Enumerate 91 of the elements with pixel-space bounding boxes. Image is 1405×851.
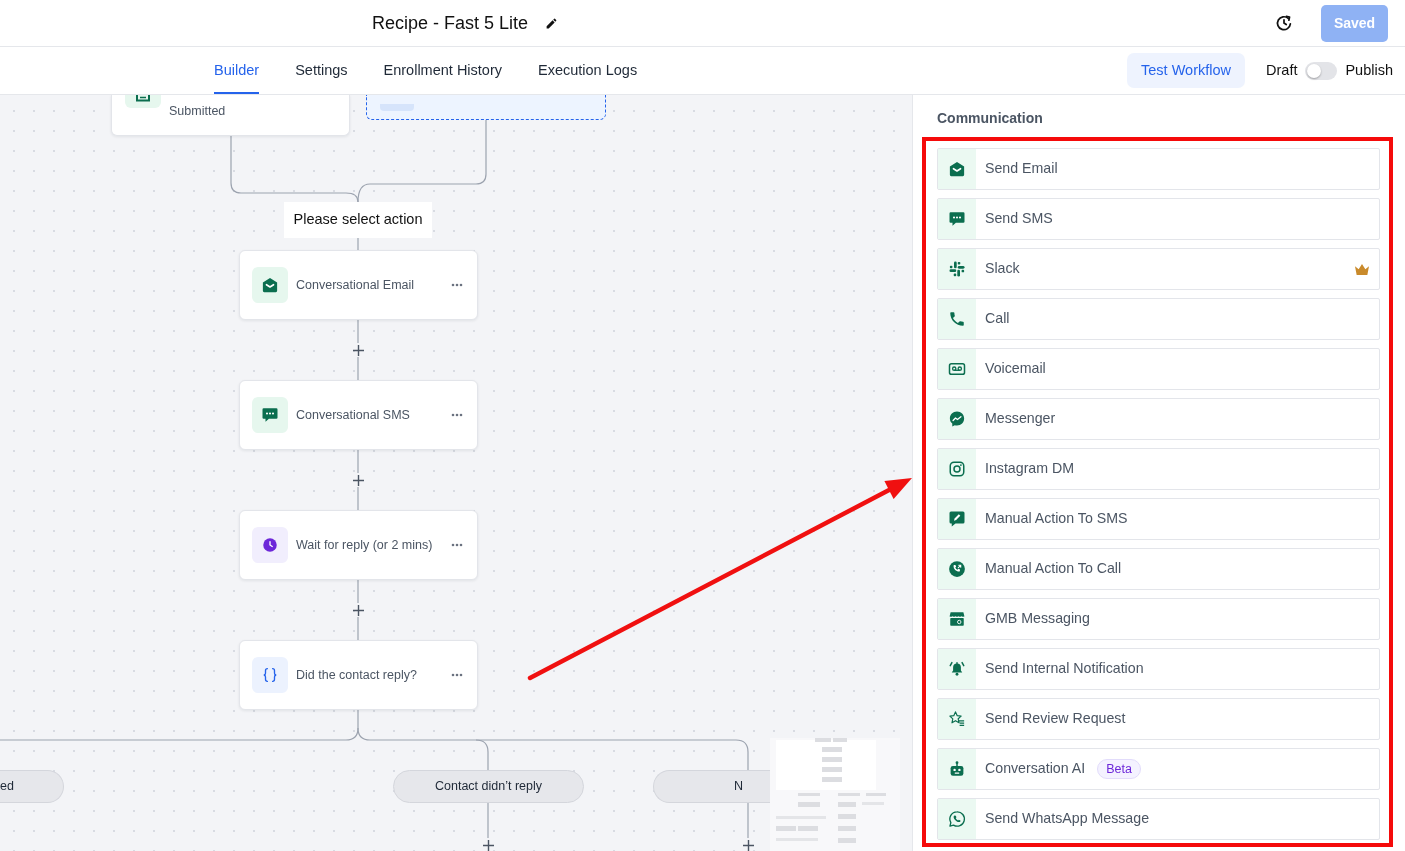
action-item[interactable]: Send Email	[937, 148, 1380, 190]
action-item[interactable]: Call	[937, 298, 1380, 340]
action-label: Slack	[985, 259, 1020, 279]
section-heading: Communication	[937, 109, 1044, 128]
chat-pencil-icon	[938, 499, 976, 539]
action-label: Send Internal Notification	[985, 659, 1144, 679]
add-step-icon[interactable]	[352, 474, 364, 486]
action-label: Send SMS	[985, 209, 1053, 229]
nav-tab[interactable]: Execution Logs	[538, 47, 638, 94]
nav-tab[interactable]: Enrollment History	[383, 47, 502, 94]
connector-line	[357, 486, 359, 511]
more-icon[interactable]	[451, 413, 463, 417]
action-prompt: Please select action	[284, 202, 432, 238]
action-item[interactable]: Manual Action To Call	[937, 548, 1380, 590]
chat-zigzag-icon	[938, 399, 976, 439]
action-item[interactable]: Slack	[937, 248, 1380, 290]
voicemail-icon	[938, 349, 976, 389]
action-item[interactable]: Instagram DM	[937, 448, 1380, 490]
action-label: Voicemail	[985, 359, 1046, 379]
step-label: Conversational SMS	[296, 406, 411, 424]
add-trigger-placeholder[interactable]	[366, 95, 606, 120]
storefront-icon	[938, 599, 976, 639]
action-item[interactable]: Messenger	[937, 398, 1380, 440]
trigger-label: Submitted	[169, 103, 226, 119]
action-label: Manual Action To Call	[985, 559, 1122, 579]
publish-toggle[interactable]	[1305, 61, 1338, 80]
action-item[interactable]: Manual Action To SMS	[937, 498, 1380, 540]
chat-bubble-icon	[938, 199, 976, 239]
action-item[interactable]: Send SMS	[937, 198, 1380, 240]
action-label: Call	[985, 309, 1010, 329]
add-step-icon[interactable]	[352, 344, 364, 356]
step-node[interactable]: Conversational Email	[239, 250, 478, 320]
envelope-icon	[938, 149, 976, 189]
pencil-icon[interactable]	[545, 16, 559, 30]
action-label: Conversation AI	[985, 759, 1086, 779]
more-icon[interactable]	[451, 543, 463, 547]
action-item[interactable]: Voicemail	[937, 348, 1380, 390]
test-workflow-button[interactable]: Test Workflow	[1127, 53, 1245, 88]
action-item[interactable]: GMB Messaging	[937, 598, 1380, 640]
step-node[interactable]: Did the contact reply?	[239, 640, 478, 710]
action-label: GMB Messaging	[985, 609, 1090, 629]
publish-label: Publish	[1345, 60, 1393, 80]
more-icon[interactable]	[451, 673, 463, 677]
nav-tab[interactable]: Settings	[295, 47, 348, 94]
beta-badge: Beta	[1097, 759, 1141, 779]
action-label: Manual Action To SMS	[985, 509, 1128, 529]
action-label: Send WhatsApp Message	[985, 809, 1150, 829]
connector-line	[357, 237, 359, 251]
connector-line	[357, 579, 359, 604]
action-label: Send Email	[985, 159, 1058, 179]
branch-label[interactable]: N	[653, 770, 770, 803]
step-label: Conversational Email	[296, 276, 416, 294]
envelope-icon	[252, 267, 288, 303]
action-item[interactable]: Send Internal Notification	[937, 648, 1380, 690]
connector-line	[487, 802, 489, 839]
more-icon[interactable]	[451, 283, 463, 287]
step-label: Did the contact reply?	[296, 666, 418, 684]
braces-icon	[252, 657, 288, 693]
phone-icon	[938, 299, 976, 339]
add-step-icon[interactable]	[742, 839, 754, 851]
connector-line	[357, 356, 359, 381]
trigger-card[interactable]: Submitted	[111, 95, 350, 136]
workflow-title: Recipe - Fast 5 Lite	[372, 12, 529, 35]
branch-label[interactable]: Contact didn’t reply	[393, 770, 584, 803]
star-list-icon	[938, 699, 976, 739]
chat-bubble-icon	[252, 397, 288, 433]
action-item[interactable]: Send Review Request	[937, 698, 1380, 740]
form-icon	[125, 95, 161, 108]
step-label: Wait for reply (or 2 mins)	[296, 536, 434, 554]
draft-label: Draft	[1266, 60, 1298, 80]
step-node[interactable]: Wait for reply (or 2 mins)	[239, 510, 478, 580]
action-label: Send Review Request	[985, 709, 1126, 729]
add-step-icon[interactable]	[352, 604, 364, 616]
step-node[interactable]: Conversational SMS	[239, 380, 478, 450]
connector-line	[357, 616, 359, 641]
clock-icon	[252, 527, 288, 563]
pinwheel-logo-icon	[938, 249, 976, 289]
bell-icon	[938, 649, 976, 689]
action-item[interactable]: Conversation AI Beta	[937, 748, 1380, 790]
action-label: Messenger	[985, 409, 1056, 429]
connector-line	[357, 319, 359, 344]
action-label: Instagram DM	[985, 459, 1075, 479]
action-item[interactable]: Send WhatsApp Message	[937, 798, 1380, 840]
add-step-icon[interactable]	[482, 839, 494, 851]
connector-line	[747, 802, 749, 839]
history-icon[interactable]	[1275, 14, 1293, 32]
connector-line	[357, 449, 359, 474]
camera-icon	[938, 449, 976, 489]
robot-icon	[938, 749, 976, 789]
branch-label[interactable]: ed	[0, 770, 64, 803]
chat-phone-icon	[938, 799, 976, 839]
